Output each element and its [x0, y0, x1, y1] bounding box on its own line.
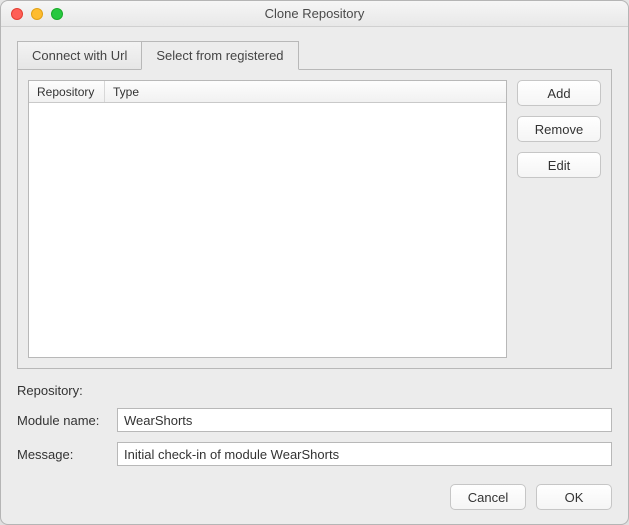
remove-button[interactable]: Remove [517, 116, 601, 142]
tab-connect-url[interactable]: Connect with Url [17, 41, 142, 70]
edit-button[interactable]: Edit [517, 152, 601, 178]
repository-label: Repository: [17, 383, 83, 398]
column-repository[interactable]: Repository [29, 81, 105, 102]
list-body[interactable] [29, 103, 506, 357]
dialog-footer: Cancel OK [17, 466, 612, 510]
close-icon[interactable] [11, 8, 23, 20]
minimize-icon[interactable] [31, 8, 43, 20]
list-header: Repository Type [29, 81, 506, 103]
window-title: Clone Repository [1, 6, 628, 21]
tab-select-registered[interactable]: Select from registered [141, 41, 298, 70]
row-message: Message: [17, 442, 612, 466]
tab-panel: Repository Type Add Remove Edit [17, 69, 612, 369]
ok-button[interactable]: OK [536, 484, 612, 510]
form-rows: Repository: Module name: Message: [17, 383, 612, 466]
zoom-icon[interactable] [51, 8, 63, 20]
repository-list[interactable]: Repository Type [28, 80, 507, 358]
add-button[interactable]: Add [517, 80, 601, 106]
cancel-button[interactable]: Cancel [450, 484, 526, 510]
message-input[interactable] [117, 442, 612, 466]
content-area: Connect with Url Select from registered … [1, 27, 628, 524]
column-type[interactable]: Type [105, 81, 506, 102]
module-name-input[interactable] [117, 408, 612, 432]
traffic-lights [1, 8, 63, 20]
row-repository: Repository: [17, 383, 612, 398]
tabbar: Connect with Url Select from registered [17, 41, 612, 70]
message-label: Message: [17, 447, 107, 462]
row-module: Module name: [17, 408, 612, 432]
titlebar: Clone Repository [1, 1, 628, 27]
module-label: Module name: [17, 413, 107, 428]
dialog-window: Clone Repository Connect with Url Select… [0, 0, 629, 525]
side-buttons: Add Remove Edit [517, 80, 601, 358]
